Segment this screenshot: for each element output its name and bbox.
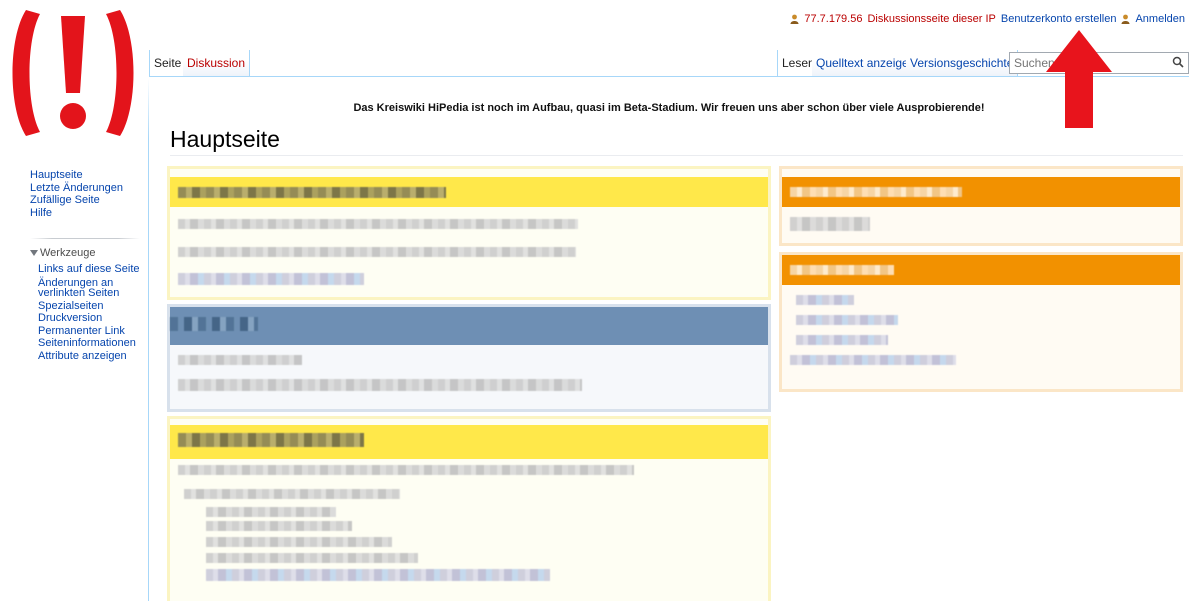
triangle-down-icon <box>30 250 38 256</box>
nav-item-main-page[interactable]: Hauptseite <box>30 169 145 182</box>
blurred-text <box>790 217 870 231</box>
tab-view-source[interactable]: Quelltext anzeigen <box>812 50 921 76</box>
blurred-text <box>178 355 302 365</box>
tools-item-related-changes[interactable]: Änderungen an verlinkten Seiten <box>38 277 146 298</box>
nav-separator <box>30 238 140 239</box>
create-account-link[interactable]: Benutzerkonto erstellen <box>1001 13 1117 25</box>
tab-history-label: Versionsgeschichte <box>910 56 1014 70</box>
tab-discussion[interactable]: Diskussion <box>183 50 251 76</box>
blurred-text <box>178 379 582 391</box>
nav-item-help[interactable]: Hilfe <box>30 207 145 220</box>
blurred-link[interactable] <box>178 273 364 285</box>
nav-item-recent-changes[interactable]: Letzte Änderungen <box>30 182 145 195</box>
user-icon <box>790 14 799 24</box>
user-icon <box>1121 14 1130 24</box>
blurred-heading <box>790 187 962 197</box>
portal-box-header <box>170 307 768 345</box>
tab-read-label: Lesen <box>782 56 815 70</box>
blurred-link[interactable] <box>796 295 854 305</box>
blurred-text <box>206 521 352 531</box>
portal-box-blue <box>167 304 771 412</box>
portal-box-orange-1 <box>779 166 1183 246</box>
site-notice: Das Kreiswiki HiPedia ist noch im Aufbau… <box>353 102 985 114</box>
tab-discussion-label: Diskussion <box>187 56 246 70</box>
blurred-heading <box>790 265 894 275</box>
blurred-text <box>178 247 576 257</box>
search-icon[interactable] <box>1172 56 1184 68</box>
tools-item-print-version[interactable]: Druckversion <box>38 312 146 325</box>
tab-page-label: Seite <box>154 56 182 70</box>
personal-tools: 77.7.179.56 Diskussionsseite dieser IP B… <box>790 13 1185 25</box>
blurred-text <box>206 553 418 563</box>
tools-item-what-links-here[interactable]: Links auf diese Seite <box>38 263 146 276</box>
tab-view-source-label: Quelltext anzeigen <box>816 56 916 70</box>
tools-item-special-pages[interactable]: Spezialseiten <box>38 300 146 313</box>
blurred-heading <box>178 433 364 447</box>
tools-item-permanent-link[interactable]: Permanenter Link <box>38 325 146 338</box>
tools-list: Links auf diese Seite Änderungen an verl… <box>38 263 146 362</box>
blurred-heading <box>178 187 446 198</box>
portal-box-orange-2 <box>779 252 1183 392</box>
nav-item-random-page[interactable]: Zufällige Seite <box>30 194 145 207</box>
tools-heading[interactable]: Werkzeuge <box>30 247 95 259</box>
blurred-text <box>184 489 400 499</box>
red-arrow-icon <box>1046 30 1112 128</box>
ip-address-link[interactable]: 77.7.179.56 <box>804 13 862 25</box>
portal-box-yellow-2 <box>167 416 771 601</box>
tools-heading-label: Werkzeuge <box>40 247 96 259</box>
content-border <box>149 76 1189 77</box>
page-title: Hauptseite <box>170 126 280 152</box>
logo-alert-icon[interactable] <box>6 8 140 138</box>
blurred-link[interactable] <box>796 335 888 345</box>
blurred-text <box>206 507 336 517</box>
tab-page[interactable]: Seite <box>149 50 187 76</box>
tab-history[interactable]: Versionsgeschichte <box>906 50 1019 76</box>
blurred-text <box>206 537 392 547</box>
blurred-text <box>178 465 634 475</box>
blurred-heading <box>170 317 258 331</box>
tools-item-browse-properties[interactable]: Attribute anzeigen <box>38 350 146 363</box>
portal-box-yellow-1 <box>167 166 771 300</box>
blurred-text <box>178 219 578 229</box>
blurred-link[interactable] <box>796 315 898 325</box>
title-underline <box>170 155 1183 156</box>
blurred-link[interactable] <box>790 355 956 365</box>
ip-talk-link[interactable]: Diskussionsseite dieser IP <box>867 13 995 25</box>
left-panel-border <box>148 78 149 601</box>
navigation-main: Hauptseite Letzte Änderungen Zufällige S… <box>30 169 145 219</box>
tools-item-page-info[interactable]: Seiteninformationen <box>38 337 146 350</box>
blurred-link[interactable] <box>206 569 550 581</box>
login-link[interactable]: Anmelden <box>1135 13 1185 25</box>
